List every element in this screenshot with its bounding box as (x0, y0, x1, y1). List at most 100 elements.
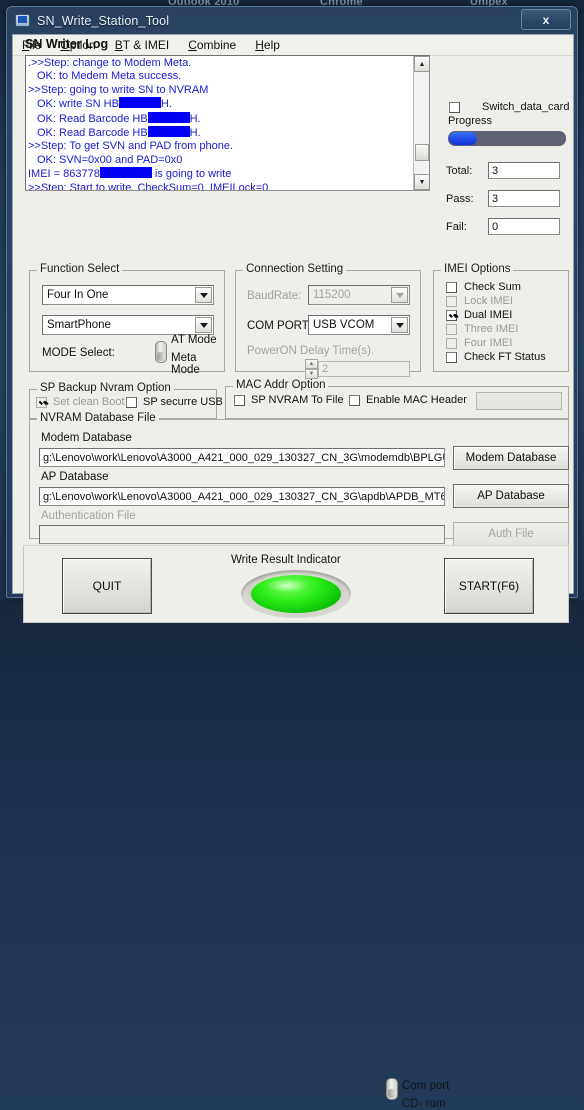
com-port-combo[interactable]: USB VCOM (308, 315, 410, 335)
imei-option-checkbox[interactable] (446, 281, 457, 293)
com-port-option-label[interactable]: Com port (402, 1080, 449, 1092)
authentication-file-path-input (39, 525, 445, 544)
sp-secure-usb-label: SP securre USB (143, 396, 223, 408)
mode-select-label: MODE Select: (42, 347, 115, 359)
fail-value[interactable]: 0 (488, 218, 560, 235)
mode-at-label[interactable]: AT Mode (171, 334, 217, 346)
imei-option-check-ft-status[interactable]: Check FT Status (446, 351, 546, 363)
chevron-down-icon[interactable] (195, 317, 212, 333)
progress-bar (448, 131, 566, 146)
log-line: >>Step: To get SVN and PAD from phone. (28, 140, 234, 153)
chevron-down-icon[interactable] (195, 287, 212, 303)
enable-mac-header-checkbox[interactable] (349, 394, 360, 406)
device-type-combo-value: SmartPhone (47, 319, 111, 331)
imei-option-check-sum[interactable]: Check Sum (446, 281, 521, 293)
modem-database-path-input[interactable]: g:\Lenovo\work\Lenovo\A3000_A421_000_029… (39, 448, 445, 467)
write-result-indicator-label: Write Result Indicator (231, 554, 341, 566)
scroll-up-arrow-icon[interactable]: ▲ (414, 56, 429, 72)
chevron-down-icon[interactable] (391, 317, 408, 333)
stepper-down-icon: ▼ (305, 369, 318, 379)
redacted-value (118, 97, 161, 109)
cd-rom-option-label[interactable]: CD- rom (402, 1098, 445, 1110)
mode-meta-label[interactable]: Meta Mode (171, 352, 224, 376)
switch-data-card-checkbox[interactable] (449, 101, 460, 113)
fail-row: Fail: 0 (446, 218, 560, 235)
pass-label: Pass: (446, 192, 474, 205)
device-type-combo[interactable]: SmartPhone (42, 315, 214, 335)
com-port-combo-value: USB VCOM (313, 319, 375, 331)
log-line: .>>Step: change to Modem Meta. (28, 57, 192, 69)
progress-label: Progress (448, 115, 493, 127)
sp-backup-nvram-title: SP Backup Nvram Option (37, 382, 174, 394)
sn-writer-log-box[interactable]: .>>Step: change to Modem Meta. OK: to Med… (25, 55, 430, 191)
connection-setting-group: Connection Setting BaudRate: 115200 COM … (235, 263, 421, 379)
modem-database-label: Modem Database (41, 432, 132, 444)
window-title: SN_Write_Station_Tool (37, 13, 170, 28)
log-line: >>Step: going to write SN to NVRAM (28, 83, 209, 96)
imei-options-group: IMEI Options Check Sum Lock IMEI Dual IMEI… (433, 263, 569, 372)
baudrate-combo: 115200 (308, 285, 410, 305)
log-scrollbar[interactable]: ▲ ▼ (413, 56, 429, 190)
log-line: >>Step: Start to write. CheckSum=0, IMEI… (28, 181, 272, 191)
imei-option-four-imei: Four IMEI (446, 337, 512, 349)
modem-database-button[interactable]: Modem Database (453, 446, 569, 470)
status-panel: Switch_data_card Progress Total: 3 Pass:… (446, 91, 570, 247)
quit-button[interactable]: QUIT (62, 558, 152, 614)
nvram-database-file-title: NVRAM Database File (37, 412, 159, 424)
switch-data-card-row[interactable]: Switch_data_card (449, 101, 569, 113)
function-combo[interactable]: Four In One (42, 285, 214, 305)
enable-mac-header-label: Enable MAC Header (366, 394, 467, 406)
menu-item-combine[interactable]: Combine (185, 37, 239, 53)
pass-row: Pass: 3 (446, 190, 560, 207)
imei-option-dual-imei[interactable]: Dual IMEI (446, 309, 512, 321)
imei-option-label: Three IMEI (464, 323, 519, 335)
ap-database-button[interactable]: AP Database (453, 484, 569, 508)
progress-bar-fill (449, 132, 477, 145)
mode-toggle-switch[interactable] (155, 341, 167, 363)
ap-database-label: AP Database (41, 471, 109, 483)
imei-option-checkbox[interactable] (446, 351, 457, 363)
poweron-delay-input: 2 (318, 361, 410, 377)
ap-database-path-input[interactable]: g:\Lenovo\work\Lenovo\A3000_A421_000_029… (39, 487, 445, 506)
total-value[interactable]: 3 (488, 162, 560, 179)
sp-nvram-to-file-checkbox[interactable] (234, 394, 245, 406)
sp-nvram-to-file-row[interactable]: SP NVRAM To File (234, 394, 344, 406)
enable-mac-header-row[interactable]: Enable MAC Header (349, 394, 467, 406)
scroll-down-arrow-icon[interactable]: ▼ (414, 174, 429, 190)
set-clean-boot-label: Set clean Boot (53, 396, 125, 408)
mac-header-input (476, 392, 562, 410)
scrollbar-thumb[interactable] (415, 144, 429, 161)
pass-value[interactable]: 3 (488, 190, 560, 207)
menu-item-bt-imei[interactable]: BT & IMEI (112, 37, 172, 53)
source-toggle-switch[interactable] (386, 1078, 398, 1100)
start-button[interactable]: START(F6) (444, 558, 534, 614)
imei-option-checkbox[interactable] (446, 309, 457, 321)
log-line: OK: SVN=0x00 and PAD=0x0 (37, 153, 183, 166)
imei-option-label: Dual IMEI (464, 309, 513, 321)
close-button[interactable]: x (521, 9, 571, 30)
write-result-led (251, 575, 341, 613)
function-select-group: Function Select Four In One SmartPhone M… (29, 263, 225, 376)
sn-writer-log-group: SN Writer Log .>>Step: change to Modem M… (13, 37, 433, 216)
poweron-delay-stepper: ▲ ▼ (305, 359, 318, 379)
computer-icon (15, 14, 30, 27)
redacted-value (99, 167, 152, 179)
imei-option-label: Check Sum (464, 281, 521, 293)
log-line: OK: to Medem Meta success. (37, 70, 182, 83)
total-row: Total: 3 (446, 162, 560, 179)
fail-label: Fail: (446, 220, 467, 233)
mac-addr-option-title: MAC Addr Option (233, 379, 329, 391)
sp-secure-usb-row[interactable]: SP securre USB (126, 396, 223, 408)
sp-secure-usb-checkbox[interactable] (126, 396, 137, 408)
stepper-up-icon: ▲ (305, 359, 318, 369)
imei-option-label: Check FT Status (464, 351, 546, 363)
set-clean-boot-checkbox (36, 396, 47, 408)
menu-item-help[interactable]: Help (252, 37, 283, 53)
chevron-down-icon (391, 287, 408, 303)
set-clean-boot-row[interactable]: Set clean Boot (36, 396, 125, 408)
imei-option-label: Lock IMEI (464, 295, 513, 307)
connection-setting-title: Connection Setting (243, 263, 347, 275)
imei-option-checkbox (446, 295, 457, 307)
write-result-indicator (241, 570, 351, 618)
redacted-value (147, 126, 190, 138)
